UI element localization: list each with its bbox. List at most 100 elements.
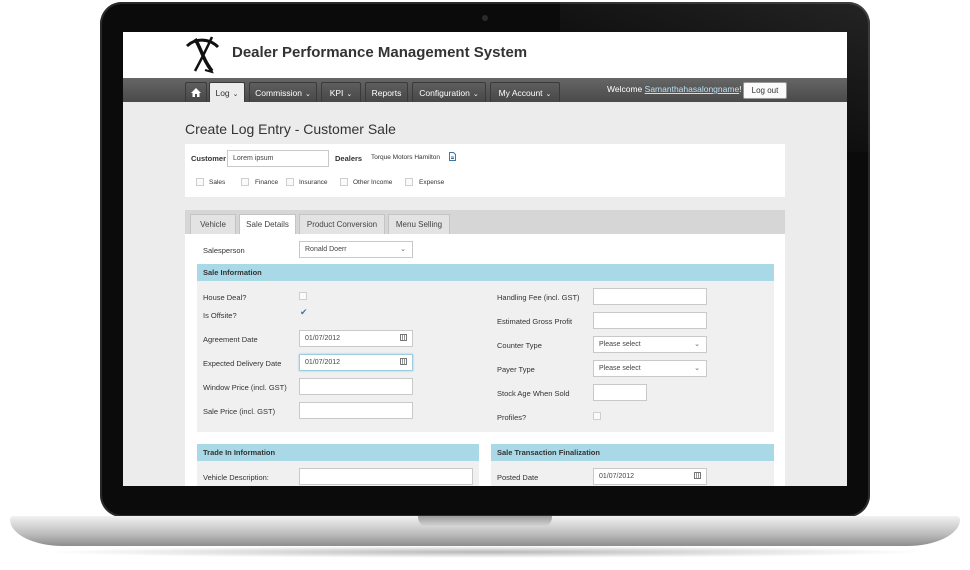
nav-tab-commission-label: Commission (255, 88, 302, 98)
chevron-down-icon: ⌄ (694, 341, 700, 348)
dealers-value: Torque Motors Hamilton (371, 154, 440, 161)
salesperson-value: Ronald Doerr (305, 246, 347, 253)
welcome-prefix: Welcome (607, 84, 643, 94)
sale-details-panel: Salesperson Ronald Doerr ⌄ Sale Informati… (185, 234, 785, 486)
category-expense-label: Expense (419, 179, 445, 186)
vehicle-description-input[interactable] (299, 468, 473, 485)
chevron-down-icon: ⌄ (400, 246, 406, 253)
app-title: Dealer Performance Management System (232, 44, 528, 61)
nav-tab-log[interactable]: Log ⌄ (209, 82, 245, 102)
category-other-income-label: Other Income (353, 179, 393, 186)
payer-type-select[interactable]: Please select ⌄ (593, 360, 707, 377)
agreement-date-value: 01/07/2012 (305, 335, 341, 342)
category-insurance-label: Insurance (299, 179, 328, 186)
counter-type-placeholder: Please select (599, 341, 641, 348)
sale-price-label: Sale Price (incl. GST) (203, 407, 276, 416)
main-navbar: Log ⌄ Commission ⌄ KPI ⌄ Reports Configurat… (123, 78, 847, 102)
chevron-down-icon: ⌄ (304, 91, 311, 98)
handling-fee-label: Handling Fee (incl. GST) (497, 293, 580, 302)
laptop-shadow (40, 546, 930, 558)
posted-date-input[interactable]: 01/07/2012 (593, 468, 707, 485)
category-sales-checkbox[interactable] (196, 178, 204, 186)
tab-product-conversion[interactable]: Product Conversion (299, 214, 385, 234)
nav-tab-kpi-label: KPI (329, 88, 344, 98)
is-offsite-label: Is Offsite? (203, 311, 237, 320)
chevron-down-icon: ⌄ (472, 91, 479, 98)
calendar-icon[interactable] (400, 334, 407, 341)
customer-input[interactable]: Lorem ipsum (227, 150, 329, 167)
vehicle-description-label: Vehicle Description: (203, 473, 269, 482)
camera-icon (482, 15, 488, 21)
sale-information-header: Sale Information (197, 264, 774, 281)
category-other-income-checkbox[interactable] (340, 178, 348, 186)
expected-delivery-input[interactable]: 01/07/2012 (299, 354, 413, 371)
calendar-icon[interactable] (400, 358, 407, 365)
nav-tab-reports[interactable]: Reports (365, 82, 408, 102)
chevron-down-icon: ⌄ (545, 91, 552, 98)
checkmark-icon[interactable]: ✔ (300, 307, 308, 318)
salesperson-select[interactable]: Ronald Doerr ⌄ (299, 241, 413, 258)
chevron-down-icon: ⌄ (694, 365, 700, 372)
category-insurance-checkbox[interactable] (286, 178, 294, 186)
nav-tab-commission[interactable]: Commission ⌄ (249, 82, 317, 102)
nav-tab-log-label: Log (215, 88, 230, 98)
app-header: Dealer Performance Management System (123, 32, 847, 78)
stock-age-label: Stock Age When Sold (497, 389, 570, 398)
app-screen: Dealer Performance Management System Log… (123, 32, 847, 486)
expected-delivery-value: 01/07/2012 (305, 359, 341, 366)
estimated-gross-label: Estimated Gross Profit (497, 317, 573, 326)
window-price-label: Window Price (incl. GST) (203, 383, 287, 392)
trade-in-header: Trade In Information (197, 444, 479, 461)
house-deal-label: House Deal? (203, 293, 247, 302)
category-finance-checkbox[interactable] (241, 178, 249, 186)
payer-type-placeholder: Please select (599, 365, 641, 372)
welcome-message: Welcome Samanthahasalongname! (607, 84, 742, 94)
tab-sale-details[interactable]: Sale Details (239, 214, 296, 234)
welcome-suffix: ! (739, 84, 742, 94)
document-icon[interactable] (449, 152, 456, 161)
nav-tab-configuration-label: Configuration (419, 88, 470, 98)
tab-vehicle[interactable]: Vehicle (190, 214, 236, 234)
sale-price-input[interactable] (299, 402, 413, 419)
expected-delivery-label: Expected Delivery Date (203, 359, 282, 368)
category-expense-checkbox[interactable] (405, 178, 413, 186)
stock-age-input[interactable] (593, 384, 647, 401)
posted-date-label: Posted Date (497, 473, 539, 482)
estimated-gross-input[interactable] (593, 312, 707, 329)
handling-fee-input[interactable] (593, 288, 707, 305)
home-icon (191, 88, 201, 97)
username-link[interactable]: Samanthahasalongname (645, 84, 740, 94)
salesperson-label: Salesperson (203, 246, 245, 255)
nav-tab-my-account[interactable]: My Account ⌄ (490, 82, 560, 102)
nav-tab-reports-label: Reports (371, 88, 402, 98)
customer-panel: Customer Lorem ipsum Dealers Torque Moto… (185, 144, 785, 197)
profiles-checkbox[interactable] (593, 412, 601, 420)
customer-label: Customer (191, 154, 227, 163)
counter-type-select[interactable]: Please select ⌄ (593, 336, 707, 353)
form-tabs: Vehicle Sale Details Product Conversion … (185, 210, 785, 234)
dealers-label: Dealers (335, 154, 363, 163)
payer-type-label: Payer Type (497, 365, 535, 374)
window-price-input[interactable] (299, 378, 413, 395)
profiles-label: Profiles? (497, 413, 527, 422)
house-deal-checkbox[interactable] (299, 292, 307, 300)
tab-menu-selling[interactable]: Menu Selling (388, 214, 450, 234)
counter-type-label: Counter Type (497, 341, 542, 350)
category-finance-label: Finance (255, 179, 279, 186)
logout-button[interactable]: Log out (743, 82, 787, 99)
nav-tab-configuration[interactable]: Configuration ⌄ (412, 82, 486, 102)
chevron-down-icon: ⌄ (346, 91, 353, 98)
posted-date-value: 01/07/2012 (599, 473, 635, 480)
sale-finalization-header: Sale Transaction Finalization (491, 444, 774, 461)
page-title: Create Log Entry - Customer Sale (185, 121, 396, 137)
home-button[interactable] (185, 82, 207, 102)
chevron-down-icon: ⌄ (232, 91, 239, 98)
agreement-date-input[interactable]: 01/07/2012 (299, 330, 413, 347)
laptop-notch (418, 516, 552, 527)
nav-tab-kpi[interactable]: KPI ⌄ (321, 82, 361, 102)
logo-icon (185, 36, 220, 74)
nav-tab-my-account-label: My Account (498, 88, 543, 98)
category-sales-label: Sales (209, 179, 226, 186)
calendar-icon[interactable] (694, 472, 701, 479)
agreement-date-label: Agreement Date (203, 335, 258, 344)
